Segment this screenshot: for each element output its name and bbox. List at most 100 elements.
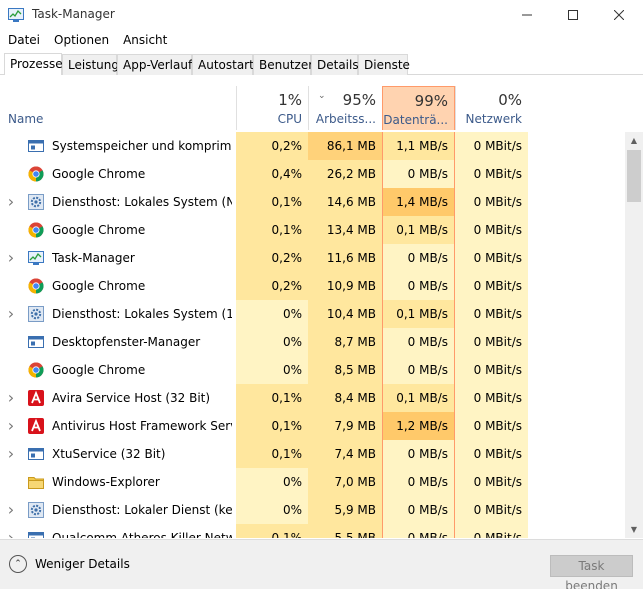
column-disk[interactable]: 99% Datenträ... xyxy=(382,86,455,130)
network-value: 0 MBit/s xyxy=(455,524,528,538)
tab-autostart[interactable]: Autostart xyxy=(192,54,254,75)
cpu-value: 0% xyxy=(236,300,308,328)
column-cpu[interactable]: 1% CPU xyxy=(236,86,308,130)
chevron-right-icon[interactable]: › xyxy=(4,244,18,272)
close-button[interactable] xyxy=(596,0,642,30)
disk-value: 0 MB/s xyxy=(382,160,455,188)
footer: ⌃ Weniger Details Task beenden xyxy=(0,539,643,589)
row-spacer xyxy=(4,160,18,188)
cpu-value: 0% xyxy=(236,468,308,496)
process-row[interactable]: Google Chrome 0,2% 10,9 MB 0 MB/s 0 MBit/s xyxy=(0,272,625,300)
cpu-value: 0,2% xyxy=(236,244,308,272)
disk-value: 0 MB/s xyxy=(382,524,455,538)
memory-value: 13,4 MB xyxy=(308,216,382,244)
process-row[interactable]: › Diensthost: Lokaler Dienst (kein ... 0%5… xyxy=(0,496,625,524)
disk-total: 99% xyxy=(414,92,448,110)
task-manager-icon xyxy=(8,8,24,22)
network-value: 0 MBit/s xyxy=(455,384,528,412)
process-name: Google Chrome xyxy=(52,223,146,237)
column-network[interactable]: 0% Netzwerk xyxy=(455,86,528,130)
process-row[interactable]: Desktopfenster-Manager 0% 8,7 MB 0 MB/s 0 MB… xyxy=(0,328,625,356)
process-name: Desktopfenster-Manager xyxy=(52,335,201,349)
scroll-down-icon[interactable]: ▼ xyxy=(625,521,643,538)
tab-details[interactable]: Details xyxy=(311,54,359,75)
menu-optionen[interactable]: Optionen xyxy=(47,30,116,50)
tab-dienste[interactable]: Dienste xyxy=(358,54,410,75)
menu-ansicht[interactable]: Ansicht xyxy=(116,30,174,50)
process-name: Systemspeicher und komprimie... xyxy=(52,139,232,153)
process-row[interactable]: Windows-Explorer 0% 7,0 MB 0 MB/s 0 MBit/s xyxy=(0,468,625,496)
cpu-value: 0,1% xyxy=(236,188,308,216)
process-row[interactable]: Google Chrome 0,4% 26,2 MB 0 MB/s 0 MBit/s xyxy=(0,160,625,188)
chrome-icon xyxy=(28,362,44,378)
chevron-right-icon[interactable]: › xyxy=(4,440,18,468)
row-spacer xyxy=(4,216,18,244)
process-name: Google Chrome xyxy=(52,363,146,377)
disk-value: 0,1 MB/s xyxy=(382,300,455,328)
network-value: 0 MBit/s xyxy=(455,160,528,188)
network-value: 0 MBit/s xyxy=(455,328,528,356)
avira-icon xyxy=(28,418,44,434)
tab-prozesse[interactable]: Prozesse xyxy=(4,53,63,75)
chevron-up-icon: ⌃ xyxy=(9,555,27,573)
gear-icon xyxy=(28,194,44,210)
menu-bar: Datei Optionen Ansicht xyxy=(0,30,643,50)
gear-icon xyxy=(28,502,44,518)
process-row[interactable]: › XtuService (32 Bit) 0,1% 7,4 MB 0 MB/s 0 MB… xyxy=(0,440,625,468)
column-cpu-label: CPU xyxy=(277,112,302,126)
memory-value: 8,7 MB xyxy=(308,328,382,356)
memory-value: 86,1 MB xyxy=(308,132,382,160)
network-value: 0 MBit/s xyxy=(455,272,528,300)
maximize-button[interactable] xyxy=(550,0,596,30)
system-app-icon xyxy=(28,446,44,462)
network-value: 0 MBit/s xyxy=(455,468,528,496)
network-value: 0 MBit/s xyxy=(455,440,528,468)
chevron-right-icon[interactable]: › xyxy=(4,412,18,440)
process-row[interactable]: Google Chrome 0,1% 13,4 MB 0,1 MB/s 0 MBit/s xyxy=(0,216,625,244)
tab-leistung[interactable]: Leistung xyxy=(62,54,119,75)
process-name: Diensthost: Lokales System (18) xyxy=(52,307,232,321)
folder-icon xyxy=(28,474,44,490)
scrollbar-thumb[interactable] xyxy=(627,150,641,202)
column-network-label: Netzwerk xyxy=(465,112,522,126)
chevron-right-icon[interactable]: › xyxy=(4,188,18,216)
process-name: Google Chrome xyxy=(52,167,146,181)
process-row[interactable]: › Avira Service Host (32 Bit) 0,1% 8,4 MB 0,… xyxy=(0,384,625,412)
menu-datei[interactable]: Datei xyxy=(0,30,47,50)
minimize-button[interactable] xyxy=(504,0,550,30)
process-name: Diensthost: Lokales System (Net... xyxy=(52,195,232,209)
column-name-label: Name xyxy=(8,112,44,126)
memory-value: 26,2 MB xyxy=(308,160,382,188)
cpu-value: 0% xyxy=(236,328,308,356)
cpu-value: 0,1% xyxy=(236,524,308,538)
chevron-right-icon[interactable]: › xyxy=(4,300,18,328)
title-bar: Task-Manager xyxy=(0,0,643,30)
row-spacer xyxy=(4,468,18,496)
chevron-right-icon[interactable]: › xyxy=(4,496,18,524)
chevron-right-icon[interactable]: › xyxy=(4,384,18,412)
process-row[interactable]: › Diensthost: Lokales System (18) 0% 10,4 M… xyxy=(0,300,625,328)
process-row[interactable]: ›Diensthost: Lokales System (Net...0,1%1… xyxy=(0,188,625,216)
chevron-right-icon[interactable]: › xyxy=(4,524,18,538)
disk-value: 0,1 MB/s xyxy=(382,216,455,244)
disk-value: 0 MB/s xyxy=(382,440,455,468)
scroll-up-icon[interactable]: ▲ xyxy=(625,132,643,149)
end-task-button[interactable]: Task beenden xyxy=(550,555,633,589)
tab-app-verlauf[interactable]: App-Verlauf xyxy=(117,54,192,75)
cpu-value: 0,2% xyxy=(236,272,308,300)
process-name: Qualcomm Atheros Killer Netw... xyxy=(52,531,232,538)
vertical-scrollbar[interactable]: ▲ ▼ xyxy=(625,132,643,538)
process-row[interactable]: Google Chrome 0% 8,5 MB 0 MB/s 0 MBit/s xyxy=(0,356,625,384)
process-row[interactable]: › Task-Manager 0,2% 11,6 MB 0 MB/s 0 MBit/s xyxy=(0,244,625,272)
process-row[interactable]: › Qualcomm Atheros Killer Netw... 0,1% 5,5 … xyxy=(0,524,625,538)
column-name[interactable]: Name xyxy=(0,86,236,130)
system-app-icon xyxy=(28,334,44,350)
tab-benutzer[interactable]: Benutzer xyxy=(253,54,313,75)
network-total: 0% xyxy=(498,91,522,109)
process-row[interactable]: Systemspeicher und komprimie... 0,2%86,1 … xyxy=(0,132,625,160)
process-row[interactable]: › Antivirus Host Framework Servi... 0,1%7,… xyxy=(0,412,625,440)
disk-value: 1,1 MB/s xyxy=(382,132,455,160)
cpu-value: 0,4% xyxy=(236,160,308,188)
process-name: XtuService (32 Bit) xyxy=(52,447,166,461)
fewer-details-button[interactable]: ⌃ Weniger Details xyxy=(9,555,130,573)
